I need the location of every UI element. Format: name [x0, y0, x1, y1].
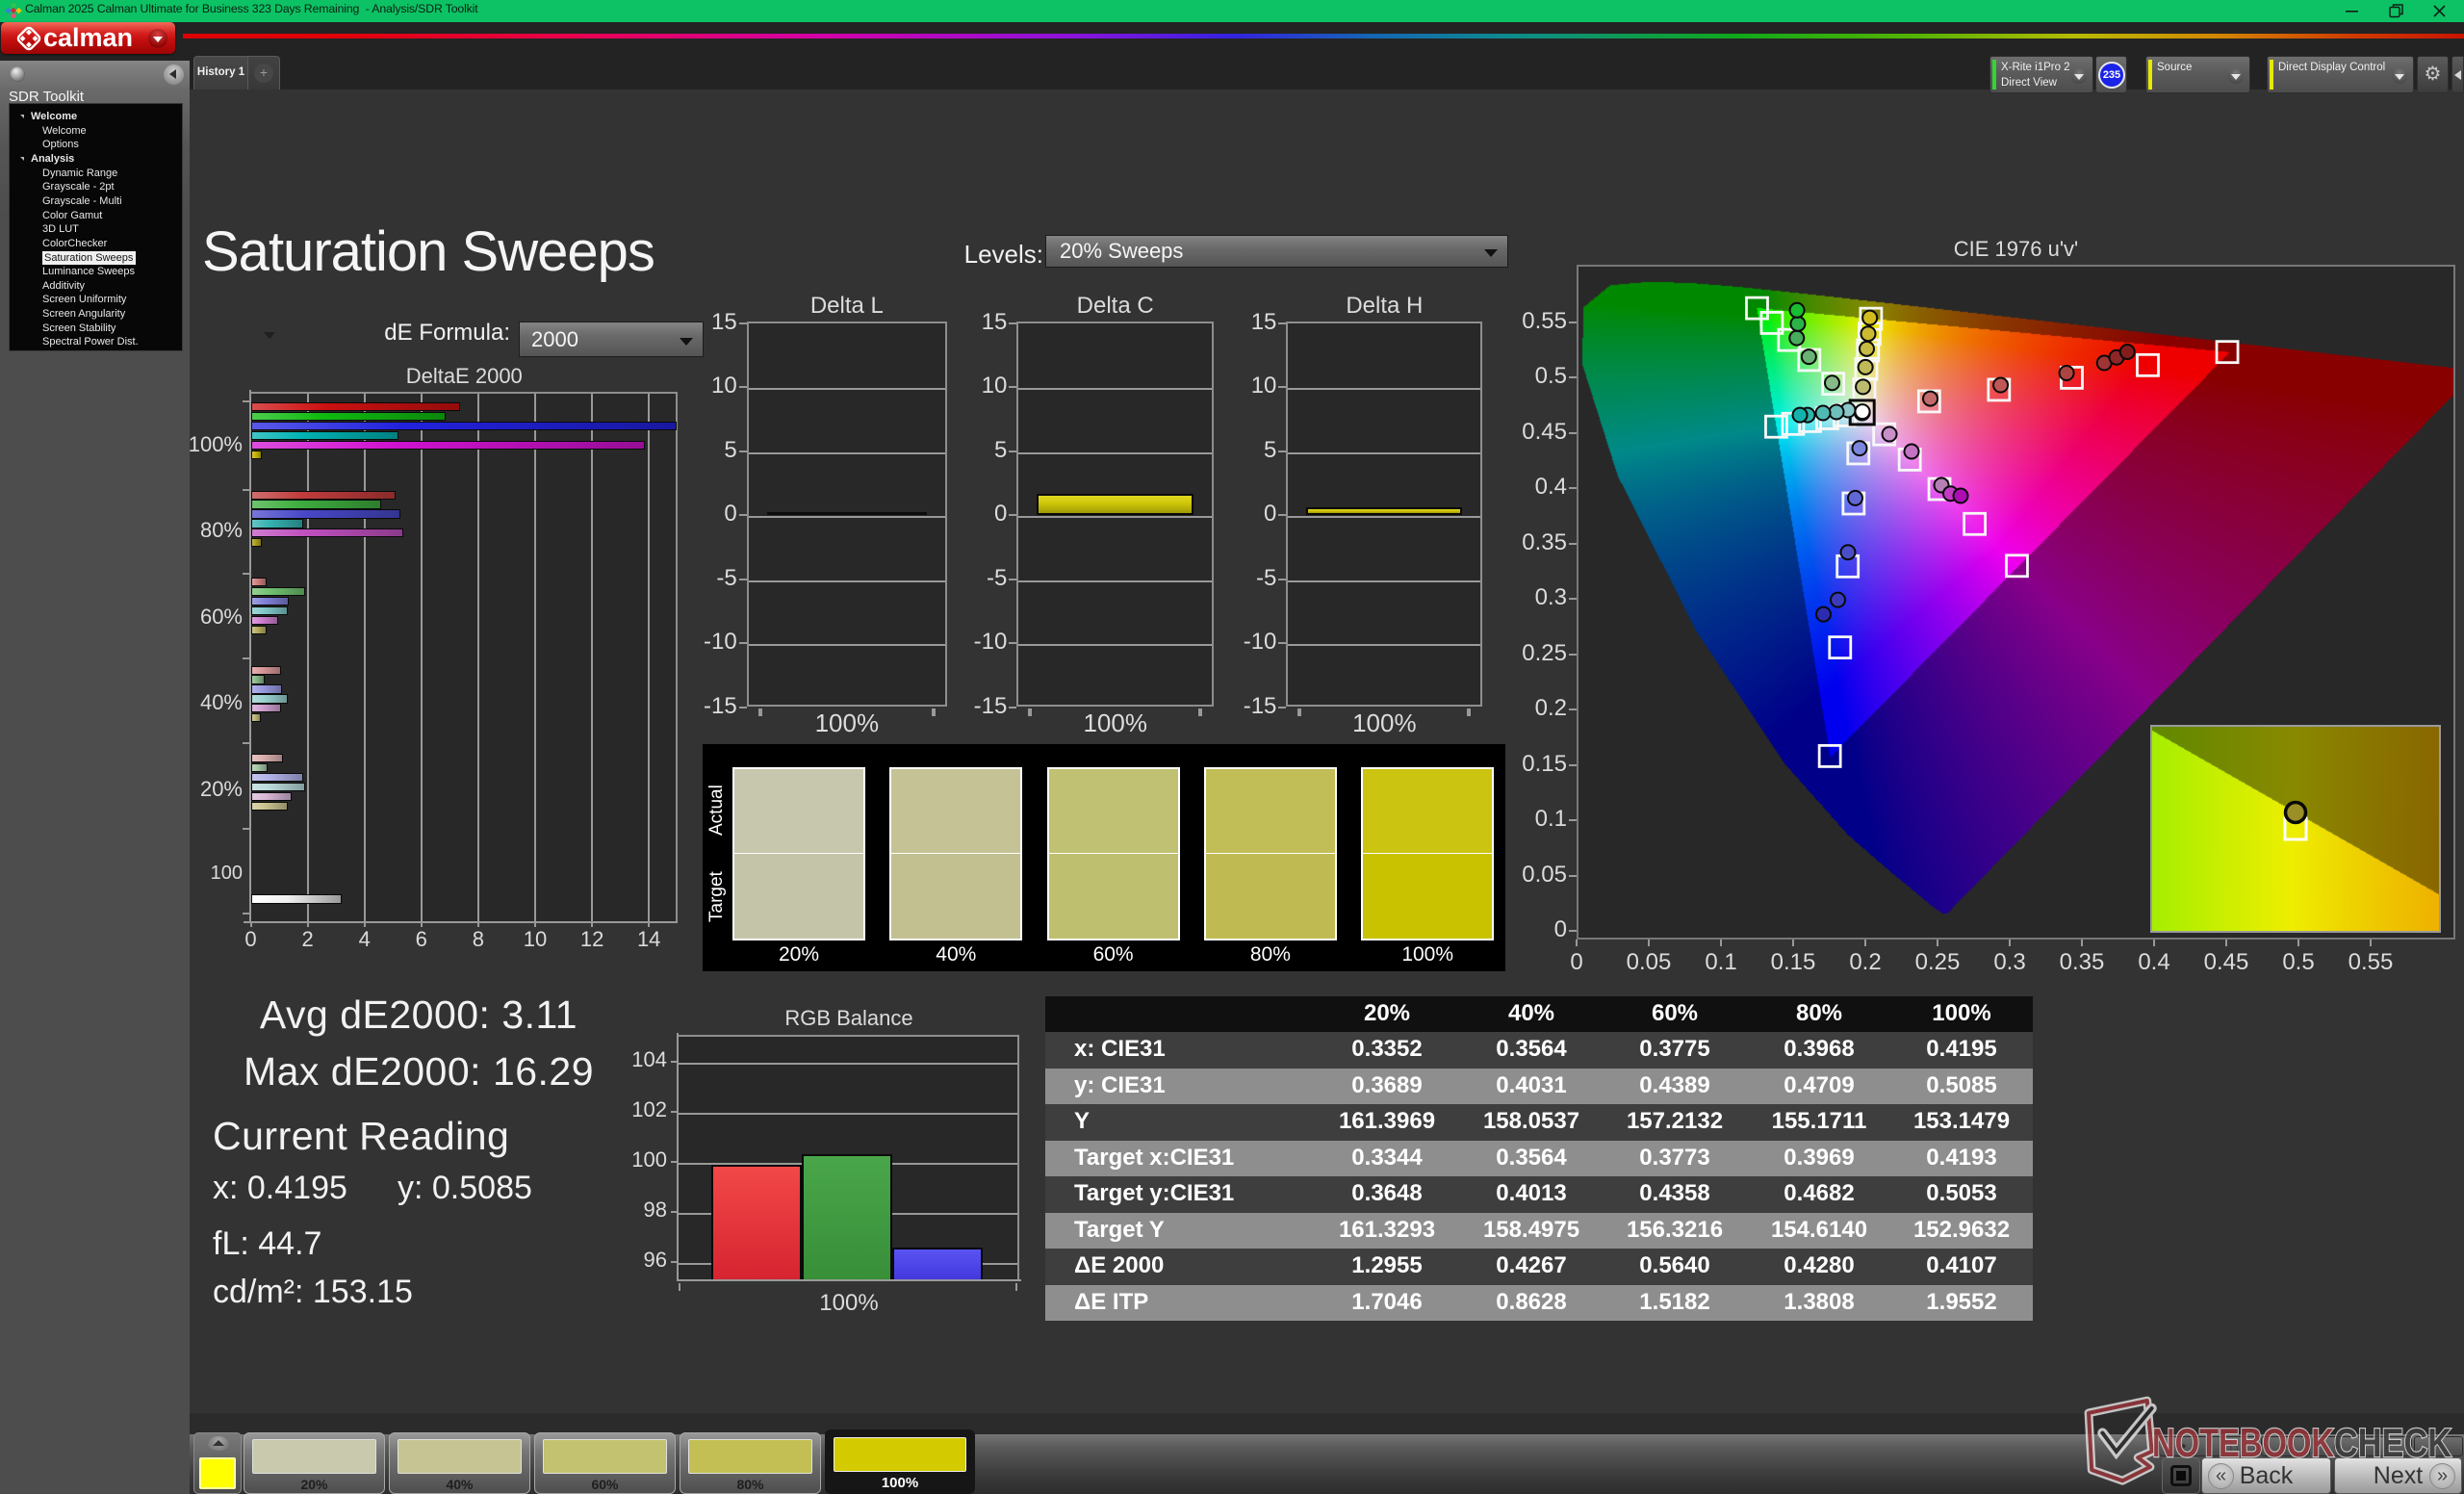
svg-text:NOTEBOOK: NOTEBOOK: [2152, 1420, 2334, 1465]
svg-text:CHECK: CHECK: [2334, 1420, 2451, 1465]
